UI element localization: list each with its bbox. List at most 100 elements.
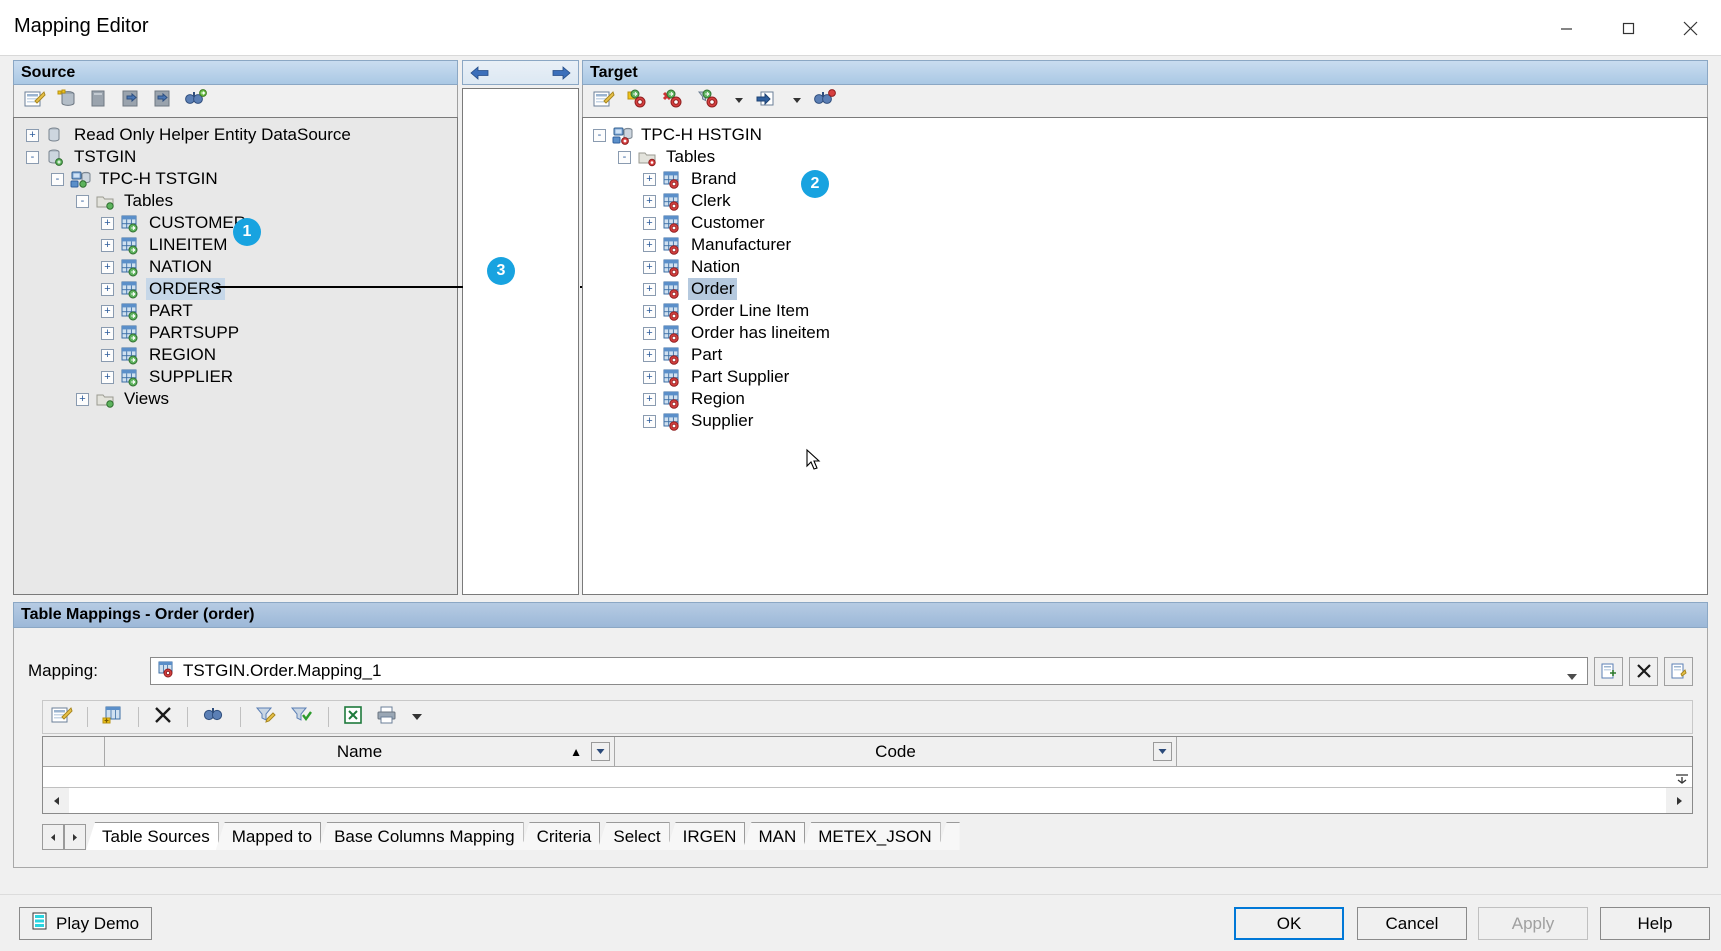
expand-toggle-icon[interactable]: + bbox=[643, 370, 656, 384]
collapse-toggle-icon[interactable]: - bbox=[593, 128, 606, 142]
tree-node[interactable]: + Clerk bbox=[583, 190, 1707, 212]
ok-button[interactable]: OK bbox=[1234, 907, 1344, 940]
tree-node[interactable]: - TSTGIN bbox=[14, 146, 457, 168]
column-filter-dropdown-name[interactable] bbox=[591, 742, 610, 761]
find-icon[interactable] bbox=[813, 88, 837, 114]
tree-node[interactable]: + Region bbox=[583, 388, 1707, 410]
delete-row-icon[interactable] bbox=[153, 705, 173, 730]
tree-node[interactable]: + Nation bbox=[583, 256, 1707, 278]
map-right-arrow-icon[interactable] bbox=[548, 63, 574, 82]
tree-node[interactable]: + NATION bbox=[14, 256, 457, 278]
collapse-toggle-icon[interactable]: - bbox=[76, 194, 89, 208]
close-button[interactable] bbox=[1659, 0, 1721, 56]
tab-table-sources[interactable]: Table Sources bbox=[86, 822, 219, 850]
open-editor-icon[interactable] bbox=[24, 89, 46, 114]
mapping-combobox[interactable]: TSTGIN.Order.Mapping_1 bbox=[150, 657, 1588, 685]
expand-toggle-icon[interactable]: + bbox=[643, 392, 656, 406]
tab-scroll-right-button[interactable] bbox=[64, 824, 86, 850]
add-row-icon[interactable] bbox=[102, 705, 124, 730]
tree-node[interactable]: + Views bbox=[14, 388, 457, 410]
tree-node[interactable]: + Order Line Item bbox=[583, 300, 1707, 322]
expand-toggle-icon[interactable]: + bbox=[643, 282, 656, 296]
remove-entity-icon[interactable] bbox=[661, 89, 687, 114]
tree-node[interactable]: + Part bbox=[583, 344, 1707, 366]
new-mapping-button[interactable] bbox=[1594, 656, 1623, 686]
maximize-button[interactable] bbox=[1597, 0, 1659, 56]
expand-toggle-icon[interactable]: + bbox=[101, 304, 114, 318]
add-datasource-icon[interactable] bbox=[56, 89, 78, 114]
expand-toggle-icon[interactable]: + bbox=[643, 348, 656, 362]
expand-toggle-icon[interactable]: + bbox=[101, 260, 114, 274]
play-demo-button[interactable]: Play Demo bbox=[19, 907, 153, 940]
tab-select[interactable]: Select bbox=[597, 822, 670, 850]
expand-toggle-icon[interactable]: + bbox=[26, 128, 39, 142]
find-row-icon[interactable] bbox=[202, 705, 226, 730]
open-editor-icon[interactable] bbox=[593, 89, 615, 114]
copy-icon[interactable] bbox=[88, 89, 110, 114]
scroll-right-button[interactable] bbox=[1666, 788, 1692, 813]
expand-toggle-icon[interactable]: + bbox=[643, 216, 656, 230]
expand-toggle-icon[interactable]: + bbox=[643, 172, 656, 186]
tab-irgen[interactable]: IRGEN bbox=[666, 822, 746, 850]
expand-toggle-icon[interactable]: + bbox=[101, 348, 114, 362]
expand-toggle-icon[interactable]: + bbox=[101, 326, 114, 340]
tree-node[interactable]: + SUPPLIER bbox=[14, 366, 457, 388]
tree-node[interactable]: + Read Only Helper Entity DataSource bbox=[14, 124, 457, 146]
map-left-arrow-icon[interactable] bbox=[467, 63, 493, 82]
target-tree[interactable]: - TPC-H HSTGIN - Tables + Brand + Clerk + Custome… bbox=[582, 117, 1708, 595]
cancel-button[interactable]: Cancel bbox=[1357, 907, 1467, 940]
scroll-left-button[interactable] bbox=[43, 788, 69, 813]
tree-node[interactable]: + Manufacturer bbox=[583, 234, 1707, 256]
tree-node[interactable]: + Order has lineitem bbox=[583, 322, 1707, 344]
tree-node[interactable]: - Tables bbox=[583, 146, 1707, 168]
expand-toggle-icon[interactable]: + bbox=[101, 282, 114, 296]
minimize-button[interactable] bbox=[1535, 0, 1597, 56]
tab-metex-json[interactable]: METEX_JSON bbox=[802, 822, 941, 850]
column-header-name[interactable]: Name ▲ bbox=[105, 737, 615, 766]
export-icon[interactable] bbox=[152, 89, 174, 114]
scroll-track[interactable] bbox=[69, 788, 1666, 813]
tab-mapped-to[interactable]: Mapped to bbox=[215, 822, 322, 850]
expand-toggle-icon[interactable]: + bbox=[643, 238, 656, 252]
delete-mapping-button[interactable] bbox=[1629, 656, 1658, 686]
chevron-down-icon[interactable] bbox=[733, 91, 745, 111]
add-entity-icon[interactable] bbox=[625, 89, 651, 114]
tree-node[interactable]: - TPC-H HSTGIN bbox=[583, 124, 1707, 146]
chevron-down-icon[interactable] bbox=[411, 707, 423, 727]
find-icon[interactable] bbox=[184, 88, 208, 114]
tree-node[interactable]: + Supplier bbox=[583, 410, 1707, 432]
grid-horizontal-scrollbar[interactable] bbox=[43, 787, 1692, 813]
import-icon[interactable] bbox=[120, 89, 142, 114]
expand-toggle-icon[interactable]: + bbox=[643, 304, 656, 318]
tree-node[interactable]: - Tables bbox=[14, 190, 457, 212]
chevron-down-icon[interactable] bbox=[1566, 667, 1578, 687]
collapse-toggle-icon[interactable]: - bbox=[51, 172, 64, 186]
import-entity-icon[interactable] bbox=[755, 89, 781, 114]
tree-node[interactable]: + REGION bbox=[14, 344, 457, 366]
collapse-toggle-icon[interactable]: - bbox=[618, 150, 631, 164]
tree-node[interactable]: + Part Supplier bbox=[583, 366, 1707, 388]
chevron-down-icon[interactable] bbox=[791, 91, 803, 111]
edit-row-icon[interactable] bbox=[51, 705, 73, 730]
expand-toggle-icon[interactable]: + bbox=[643, 194, 656, 208]
tree-node[interactable]: + ORDERS bbox=[14, 278, 457, 300]
column-filter-dropdown-code[interactable] bbox=[1153, 742, 1172, 761]
copy-mapping-button[interactable] bbox=[1664, 656, 1693, 686]
tree-node[interactable]: + PARTSUPP bbox=[14, 322, 457, 344]
tab-scroll-left-button[interactable] bbox=[42, 824, 64, 850]
mapping-grid[interactable]: Name ▲ Code bbox=[42, 736, 1693, 814]
tree-node[interactable]: + PART bbox=[14, 300, 457, 322]
source-tree[interactable]: + Read Only Helper Entity DataSource - TSTG… bbox=[13, 117, 458, 595]
tree-node[interactable]: + Brand bbox=[583, 168, 1707, 190]
mapping-middle-list[interactable] bbox=[462, 88, 579, 595]
tab-criteria[interactable]: Criteria bbox=[520, 822, 601, 850]
collapse-toggle-icon[interactable]: - bbox=[26, 150, 39, 164]
expand-toggle-icon[interactable]: + bbox=[101, 238, 114, 252]
help-button[interactable]: Help bbox=[1600, 907, 1710, 940]
expand-toggle-icon[interactable]: + bbox=[101, 370, 114, 384]
expand-toggle-icon[interactable]: + bbox=[101, 216, 114, 230]
edit-filter-icon[interactable] bbox=[255, 705, 279, 730]
column-header-code[interactable]: Code bbox=[615, 737, 1177, 766]
expand-toggle-icon[interactable]: + bbox=[643, 414, 656, 428]
apply-filter-icon[interactable] bbox=[290, 705, 314, 730]
